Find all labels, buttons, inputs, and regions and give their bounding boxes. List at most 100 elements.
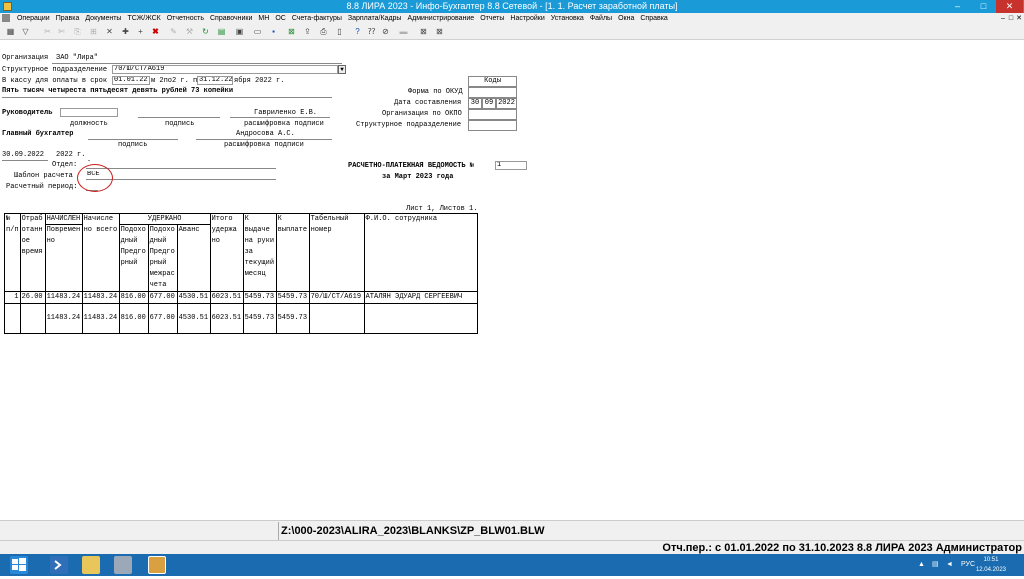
header-fio: Ф.И.О. сотрудника	[363, 213, 479, 292]
save-icon[interactable]: ▪	[268, 26, 279, 37]
preview-icon[interactable]: ▯	[334, 26, 345, 37]
menu-item[interactable]: ТСЖ/ЖСК	[124, 13, 163, 24]
close-all-icon[interactable]: ⊠	[434, 26, 445, 37]
table-row[interactable]: 1 26.00 11483.24 11483.24 816.00 677.00 …	[4, 291, 479, 304]
date-comp-month[interactable]: 09	[482, 98, 496, 109]
clock[interactable]: 10:51 12.04.2023	[976, 555, 1006, 575]
header-to-pay: Квыдаче на руки за текущий месяц	[242, 213, 277, 292]
calculator-icon[interactable]: ▦	[5, 26, 16, 37]
menu-item[interactable]: Установка	[548, 13, 587, 24]
menu-item[interactable]: Правка	[53, 13, 83, 24]
template-label: Шаблон расчета	[14, 172, 73, 180]
cell-tax1[interactable]: 816.00	[118, 291, 149, 304]
menu-item[interactable]: Администрирование	[404, 13, 477, 24]
menu-item[interactable]: Справка	[637, 13, 670, 24]
cell-payout[interactable]: 5459.73	[275, 291, 310, 304]
lira-app-icon[interactable]	[148, 556, 166, 574]
explorer-icon[interactable]	[82, 556, 100, 574]
options-icon[interactable]: ⊘	[380, 26, 391, 37]
menu-item[interactable]: Файлы	[587, 13, 615, 24]
tray-network-icon[interactable]: ▤	[932, 554, 939, 576]
menu-item[interactable]: Отчеты	[477, 13, 507, 24]
header-withheld: УДЕРЖАНО	[118, 213, 211, 225]
copy-icon[interactable]: ⎘	[72, 26, 83, 37]
maximize-button[interactable]: □	[970, 0, 997, 13]
pay-to-field[interactable]: 31.12.22	[197, 76, 233, 85]
head-position-field[interactable]	[60, 108, 118, 117]
date-comp-year[interactable]: 2022	[496, 98, 517, 109]
delete-icon[interactable]: ✖	[150, 26, 161, 37]
cell-tax2[interactable]: 677.00	[147, 291, 178, 304]
add-icon[interactable]: ✚	[120, 26, 131, 37]
cell-tab-number[interactable]: 70/Ш/СТ/А619	[308, 291, 365, 304]
okpo-field[interactable]	[468, 109, 517, 120]
menu-item[interactable]: Окна	[615, 13, 637, 24]
menu-item[interactable]: Отчетность	[164, 13, 207, 24]
okud-field[interactable]	[468, 87, 517, 98]
header-time: Отраб отанн ое время	[19, 213, 46, 292]
minimize-button[interactable]: –	[944, 0, 971, 13]
period-label: Расчетный период:	[6, 183, 78, 191]
template-field[interactable]: ВСЕ	[86, 171, 276, 180]
dept-field[interactable]: *	[86, 160, 276, 169]
edit-icon[interactable]: ✎	[168, 26, 179, 37]
sheet-number-field[interactable]: 1	[495, 161, 527, 170]
chevron-down-icon[interactable]: ▼	[338, 65, 346, 74]
close-button[interactable]: ✕	[996, 0, 1023, 13]
date-comp-day[interactable]: 30	[468, 98, 482, 109]
annotation-circle	[77, 164, 113, 192]
help-icon[interactable]: ?	[352, 26, 363, 37]
tools-icon[interactable]: ⚒	[184, 26, 195, 37]
total-tax1: 816.00	[118, 303, 149, 334]
accountant-sign-caption: подпись	[118, 141, 148, 149]
paste-icon[interactable]: ⊞	[88, 26, 99, 37]
start-icon[interactable]	[10, 556, 28, 574]
menu-item[interactable]: Зарплата/Кадры	[345, 13, 405, 24]
network-icon[interactable]	[114, 556, 132, 574]
cell-time[interactable]: 26.00	[19, 291, 46, 304]
multiply-icon[interactable]: ✕	[104, 26, 115, 37]
language-indicator[interactable]: РУС	[961, 554, 975, 576]
cell-accrued-total[interactable]: 11483.24	[81, 291, 120, 304]
dash-icon[interactable]: ▬	[398, 26, 409, 37]
help-topic-icon[interactable]: ⁇	[366, 26, 377, 37]
document-system-icon[interactable]	[2, 14, 10, 22]
scissors-icon[interactable]: ✄	[56, 26, 67, 37]
cell-total-withheld[interactable]: 6023.51	[209, 291, 244, 304]
cell-num[interactable]: 1	[4, 291, 21, 304]
close-doc-icon[interactable]: ⊠	[418, 26, 429, 37]
menu-item[interactable]: МН	[255, 13, 272, 24]
pay-from-field[interactable]: 01.01.22	[112, 76, 150, 85]
print-icon[interactable]: ⎙	[318, 26, 329, 37]
struct-field[interactable]	[468, 120, 517, 131]
header-tab-number: Табельный номер	[308, 213, 365, 292]
subdiv-combo[interactable]: 70/Ш/СТ/А619	[112, 65, 338, 74]
cell-advance[interactable]: 4530.51	[176, 291, 211, 304]
menu-item[interactable]: Счета-фактуры	[289, 13, 345, 24]
menu-item[interactable]: Операции	[14, 13, 53, 24]
tray-volume-icon[interactable]: ◄	[946, 554, 953, 576]
cell-accrued[interactable]: 11483.24	[44, 291, 83, 304]
menu-item[interactable]: Справочники	[207, 13, 255, 24]
book-icon[interactable]: ▣	[234, 26, 245, 37]
menu-item[interactable]: ОС	[272, 13, 289, 24]
menu-item[interactable]: Документы	[82, 13, 124, 24]
sum-words: Пять тысяч четыреста пятьдесят девять ру…	[2, 87, 234, 95]
plus-icon[interactable]: +	[135, 26, 146, 37]
refresh-icon[interactable]: ↻	[200, 26, 211, 37]
powershell-icon[interactable]	[50, 556, 68, 574]
export-icon[interactable]: ⇪	[302, 26, 313, 37]
table-icon[interactable]: ▤	[216, 26, 227, 37]
head-sign-caption: подпись	[165, 120, 195, 128]
cell-fio[interactable]: АТАЛЯН ЭДУАРД СЕРГЕЕВИЧ	[363, 291, 479, 304]
cut-icon[interactable]: ✂	[42, 26, 53, 37]
tray-arrow-icon[interactable]: ▲	[918, 554, 925, 576]
menu-item[interactable]: Настройки	[507, 13, 547, 24]
folder-open-icon[interactable]: ▭	[252, 26, 263, 37]
total-accrued-total: 11483.24	[81, 303, 120, 334]
mdi-close-button[interactable]: ✕	[1014, 13, 1024, 24]
excel-icon[interactable]: ⊠	[286, 26, 297, 37]
cell-to-pay[interactable]: 5459.73	[242, 291, 277, 304]
filter-icon[interactable]: ▽	[20, 26, 31, 37]
pay-label: В кассу для оплаты в срок	[2, 77, 108, 85]
